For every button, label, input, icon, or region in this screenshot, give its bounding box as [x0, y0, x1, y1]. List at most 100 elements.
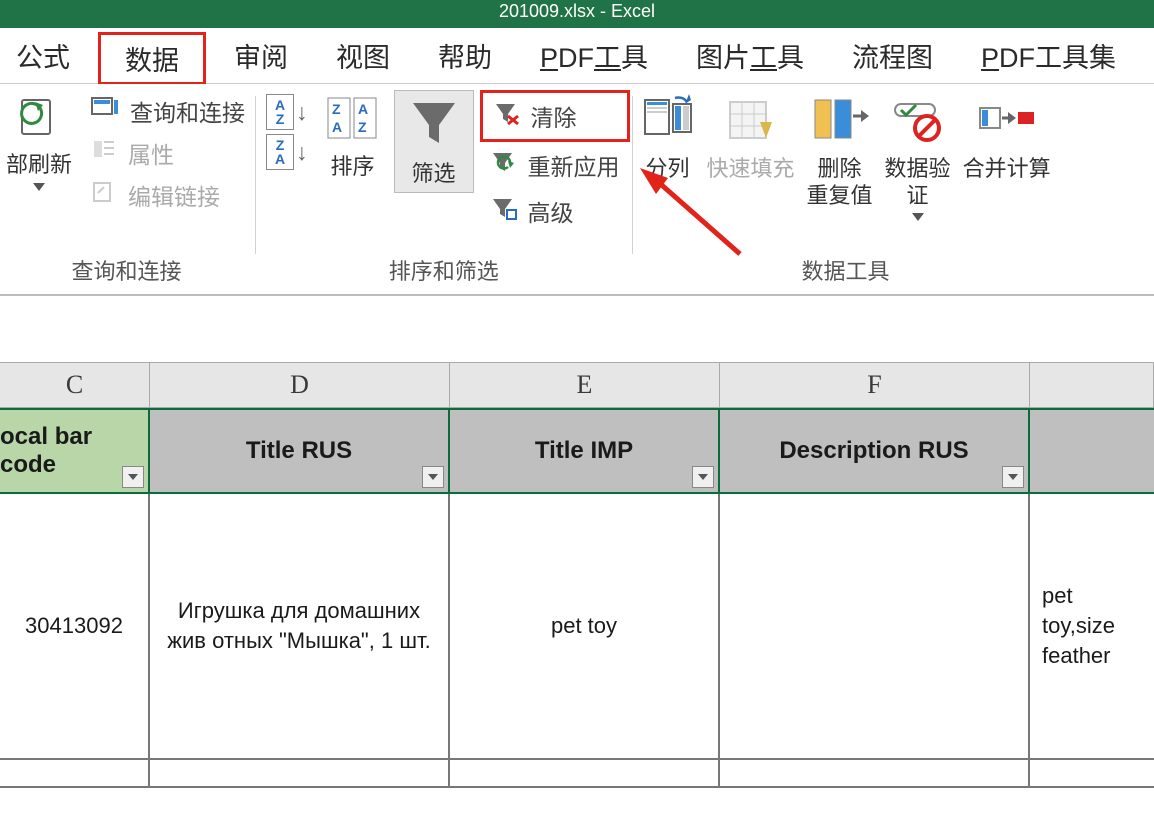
flash-fill-label: 快速填充 — [707, 156, 795, 182]
cell-title-imp[interactable]: pet toy — [450, 494, 720, 758]
col-header-D[interactable]: D — [150, 363, 450, 407]
text-to-columns-label: 分列 — [646, 156, 690, 182]
spreadsheet[interactable]: C D E F ocal bar code Title RUS Title IM… — [0, 362, 1154, 788]
clear-filter-icon — [493, 100, 521, 132]
remove-duplicates-button[interactable]: 删除 重复值 — [801, 90, 879, 213]
column-header-row: C D E F — [0, 362, 1154, 408]
cell[interactable] — [450, 760, 720, 786]
table-row: 30413092 Игрушка для домашних жив отных … — [0, 494, 1154, 760]
filter-icon — [407, 95, 461, 155]
tab-image-tools[interactable]: 图片工具 — [680, 28, 820, 83]
cell[interactable] — [720, 760, 1030, 786]
refresh-all-button[interactable]: 部刷新 — [0, 90, 78, 195]
col-header-C[interactable]: C — [0, 363, 150, 407]
ribbon: 部刷新 查询和连接 属性 — [0, 84, 1154, 296]
cell-next[interactable]: pet toy,size feather — [1030, 494, 1154, 758]
tab-view[interactable]: 视图 — [320, 28, 406, 83]
clear-filter-button[interactable]: 清除 — [480, 90, 630, 142]
header-title-imp[interactable]: Title IMP — [450, 410, 720, 492]
chevron-down-icon — [912, 213, 924, 221]
filter-dropdown-icon[interactable] — [692, 466, 714, 488]
reapply-button[interactable]: 重新应用 — [480, 142, 630, 188]
cell[interactable] — [1030, 760, 1154, 786]
header-title-rus[interactable]: Title RUS — [150, 410, 450, 492]
cell-title-rus[interactable]: Игрушка для домашних жив отных "Мышка", … — [150, 494, 450, 758]
consolidate-icon — [976, 94, 1038, 150]
title-text: 201009.xlsx - Excel — [499, 1, 655, 21]
chevron-down-icon — [33, 183, 45, 191]
advanced-filter-icon — [490, 195, 518, 227]
header-local-bar-code[interactable]: ocal bar code — [0, 410, 150, 492]
queries-label: 查询和连接 — [130, 94, 245, 128]
filter-dropdown-icon[interactable] — [1002, 466, 1024, 488]
svg-text:A: A — [332, 119, 342, 135]
text-to-columns-button[interactable]: 分列 — [635, 90, 701, 187]
tab-pdf-tools[interactable]: PDF工具 — [524, 28, 664, 83]
reapply-icon — [490, 149, 518, 181]
properties-button[interactable]: 属性 — [82, 132, 253, 174]
flash-fill-icon — [724, 94, 778, 150]
header-label: Title RUS — [246, 437, 352, 465]
cell[interactable] — [150, 760, 450, 786]
col-header-E[interactable]: E — [450, 363, 720, 407]
svg-text:Z: Z — [332, 101, 341, 117]
tab-pdf-toolset[interactable]: PDF工具集 — [965, 28, 1132, 83]
ribbon-tabs: 公式 数据 审阅 视图 帮助 PDF工具 图片工具 流程图 PDF工具集 — [0, 28, 1154, 84]
tab-formulas[interactable]: 公式 — [0, 28, 86, 83]
filter-label: 筛选 — [412, 161, 456, 187]
data-validation-icon — [891, 94, 945, 150]
queries-icon — [90, 94, 120, 128]
filter-button[interactable]: 筛选 — [394, 90, 474, 193]
advanced-filter-button[interactable]: 高级 — [480, 188, 630, 234]
filter-dropdown-icon[interactable] — [122, 466, 144, 488]
flash-fill-button[interactable]: 快速填充 — [701, 90, 801, 187]
cell-bar-code[interactable]: 30413092 — [0, 494, 150, 758]
consolidate-button[interactable]: 合并计算 — [957, 90, 1057, 187]
data-validation-button[interactable]: 数据验 证 — [879, 90, 957, 225]
remove-duplicates-label: 删除 重复值 — [807, 156, 873, 209]
properties-label: 属性 — [128, 136, 174, 170]
tab-data[interactable]: 数据 — [98, 32, 206, 85]
refresh-icon — [16, 94, 62, 146]
title-bar: 201009.xlsx - Excel — [0, 0, 1154, 28]
group-queries-label: 查询和连接 — [0, 248, 253, 294]
tab-review[interactable]: 审阅 — [218, 28, 304, 83]
data-validation-label: 数据验 证 — [885, 156, 951, 209]
cell-description-rus[interactable] — [720, 494, 1030, 758]
advanced-filter-label: 高级 — [528, 194, 574, 228]
tab-flowchart[interactable]: 流程图 — [836, 28, 949, 83]
sort-asc-icon: AZ — [266, 94, 294, 130]
header-label: Description RUS — [779, 437, 968, 465]
header-label: Title IMP — [535, 437, 633, 465]
table-header-row: ocal bar code Title RUS Title IMP Descri… — [0, 408, 1154, 494]
svg-text:A: A — [358, 101, 368, 117]
group-sortfilter-label: 排序和筛选 — [258, 248, 630, 294]
sort-desc-icon: ZA — [266, 134, 294, 170]
tab-help[interactable]: 帮助 — [422, 28, 508, 83]
sort-desc-button[interactable]: ZA ↓ — [262, 132, 312, 172]
text-to-columns-icon — [641, 94, 695, 150]
properties-icon — [90, 137, 118, 169]
svg-text:Z: Z — [358, 119, 367, 135]
remove-duplicates-icon — [811, 94, 869, 150]
cell[interactable] — [0, 760, 150, 786]
reapply-label: 重新应用 — [528, 148, 620, 182]
edit-links-button[interactable]: 编辑链接 — [82, 174, 253, 216]
header-next[interactable] — [1030, 410, 1154, 492]
col-header-F[interactable]: F — [720, 363, 1030, 407]
edit-links-label: 编辑链接 — [128, 178, 220, 212]
sort-asc-button[interactable]: AZ ↓ — [262, 92, 312, 132]
sort-dialog-icon: ZAAZ — [324, 94, 382, 148]
clear-filter-label: 清除 — [531, 99, 577, 133]
col-header-G[interactable] — [1030, 363, 1154, 407]
sort-button[interactable]: ZAAZ 排序 — [316, 90, 390, 185]
edit-links-icon — [90, 179, 118, 211]
group-datatools-label: 数据工具 — [635, 248, 1057, 294]
queries-connections-button[interactable]: 查询和连接 — [82, 90, 253, 132]
refresh-all-label: 部刷新 — [6, 152, 72, 178]
header-description-rus[interactable]: Description RUS — [720, 410, 1030, 492]
table-row — [0, 760, 1154, 788]
sort-label: 排序 — [331, 154, 375, 180]
filter-dropdown-icon[interactable] — [422, 466, 444, 488]
consolidate-label: 合并计算 — [963, 156, 1051, 182]
